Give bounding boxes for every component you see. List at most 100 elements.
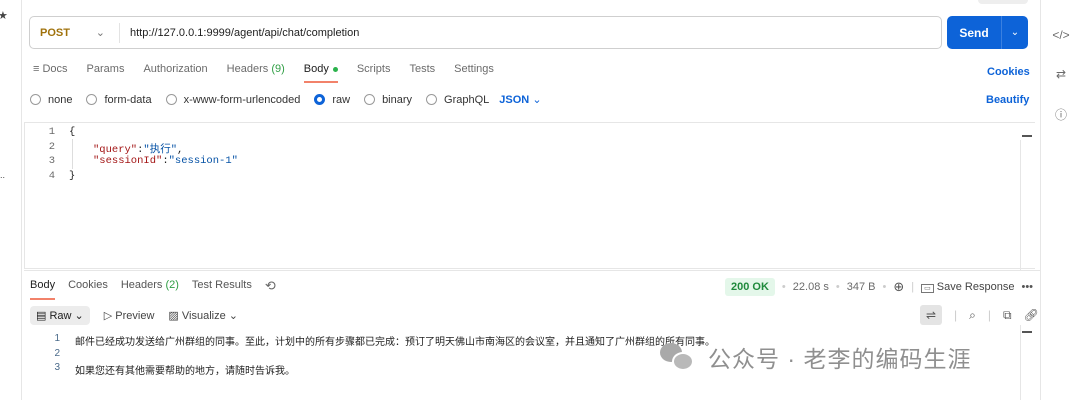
preview-button[interactable]: ▷ Preview — [104, 309, 155, 322]
save-icon: ▭ — [921, 284, 934, 293]
more-options-icon[interactable]: ••• — [1021, 281, 1033, 293]
format-label: Raw — [49, 310, 72, 322]
format-select[interactable]: ▤ Raw ⌄ — [30, 306, 90, 325]
right-sidebar: </> ⇄ ⓘ — [1040, 0, 1080, 400]
response-tools: ⇌ | ⌕ | ⧉ 🔗︎ — [920, 305, 1039, 325]
line-number: 2 — [54, 348, 60, 359]
watermark-text: 公众号 · 老李的编码生涯 — [708, 346, 972, 372]
image-icon: ▨ — [168, 310, 179, 322]
body-type-radios: none form-data x-www-form-urlencoded raw… — [30, 93, 542, 106]
raw-icon: ▤ — [36, 310, 47, 322]
url-input[interactable]: http://127.0.0.1:9999/agent/api/chat/com… — [120, 27, 359, 39]
line-number: 1 — [48, 126, 55, 138]
tab-headers[interactable]: Headers (9) — [227, 63, 285, 83]
chevron-down-icon: ⌄ — [95, 27, 105, 39]
tab-tests[interactable]: Tests — [409, 63, 435, 83]
url-bar: POST ⌄ http://127.0.0.1:9999/agent/api/ch… — [29, 16, 942, 49]
globe-icon[interactable]: ⊕ — [893, 279, 904, 295]
radio-raw[interactable]: raw — [314, 94, 350, 106]
tab-params[interactable]: Params — [87, 63, 125, 83]
response-scrollbar[interactable] — [1022, 331, 1032, 333]
response-size: 347 B — [846, 281, 876, 293]
save-response-label: Save Response — [936, 281, 1015, 293]
request-tabs: ≡ Docs Params Authorization Headers (9) … — [33, 63, 513, 83]
chevron-down-icon: ⌄ — [228, 310, 238, 322]
link-icon[interactable]: 🔗︎ — [1024, 308, 1039, 322]
code-brace: { — [69, 126, 76, 138]
radio-form-data[interactable]: form-data — [86, 93, 152, 106]
divider — [24, 270, 1040, 271]
divider — [1020, 140, 1021, 270]
response-tabs: Body Cookies Headers (2) Test Results ⟲ — [30, 278, 289, 300]
radio-x-www-form-urlencoded[interactable]: x-www-form-urlencoded — [165, 93, 301, 106]
related-icon[interactable]: ⇄ — [1041, 67, 1080, 81]
body-indicator-dot — [332, 66, 338, 72]
copy-icon[interactable]: ⧉ — [1003, 308, 1012, 323]
tab-settings[interactable]: Settings — [454, 63, 494, 83]
json-key: "sessionId" — [93, 155, 163, 167]
tab-scripts[interactable]: Scripts — [357, 63, 391, 83]
status-badge: 200 OK — [725, 278, 775, 296]
chevron-down-icon: ⌄ — [74, 310, 84, 322]
line-number: 4 — [48, 170, 55, 182]
send-label[interactable]: Send — [947, 16, 1002, 49]
code-brace: } — [69, 170, 76, 182]
line-number: 3 — [48, 155, 55, 167]
search-icon[interactable]: ⌕ — [969, 308, 976, 323]
body-editor[interactable]: 1 2 3 4 { "query":"执行", "sessionId":"ses… — [24, 122, 1035, 269]
beautify-button[interactable]: Beautify — [986, 94, 1029, 106]
code-icon[interactable]: </> — [1041, 28, 1080, 42]
response-toolbar: ▤ Raw ⌄ ▷ Preview ▨ Visualize ⌄ — [30, 306, 238, 325]
tab-docs[interactable]: ≡ Docs — [33, 63, 68, 83]
visualize-button[interactable]: ▨ Visualize ⌄ — [168, 309, 238, 322]
json-value: "session-1" — [168, 155, 238, 167]
divider — [1020, 325, 1021, 400]
editor-scrollbar[interactable] — [1022, 135, 1032, 137]
method-label: POST — [40, 26, 70, 39]
tab-body[interactable]: Body — [303, 63, 338, 83]
radio-label: raw — [332, 93, 351, 106]
method-select[interactable]: POST ⌄ — [30, 22, 120, 43]
headers-count: (2) — [165, 279, 179, 291]
response-line: 如果您还有其他需要帮助的地方，请随时告诉我。 — [75, 366, 295, 377]
radio-label: GraphQL — [444, 93, 490, 106]
response-status: 200 OK • 22.08 s • 347 B • ⊕ | ▭ Save Respon… — [725, 278, 1033, 296]
history-icon[interactable]: ⟲ — [265, 278, 276, 298]
radio-label: binary — [382, 93, 413, 106]
radio-label: none — [48, 93, 73, 106]
response-tab-test-results[interactable]: Test Results — [192, 279, 252, 299]
cookies-link[interactable]: Cookies — [987, 66, 1030, 78]
tab-authorization[interactable]: Authorization — [143, 63, 207, 83]
tab-label: Headers — [120, 279, 163, 291]
radio-label: form-data — [104, 93, 152, 106]
response-tab-cookies[interactable]: Cookies — [68, 279, 108, 299]
wrap-lines-icon[interactable]: ⇌ — [920, 305, 942, 325]
save-response-button[interactable]: ▭ Save Response — [921, 281, 1014, 293]
radio-label: x-www-form-urlencoded — [183, 93, 301, 106]
radio-graphql[interactable]: GraphQL — [426, 94, 489, 106]
radio-none[interactable]: none — [30, 94, 72, 106]
line-number: 2 — [48, 141, 55, 153]
chevron-down-icon: ⌄ — [532, 94, 542, 106]
star-icon[interactable]: ★ — [0, 9, 8, 22]
line-number: 3 — [54, 362, 60, 373]
more-icon[interactable]: .. — [0, 170, 5, 180]
language-select[interactable]: JSON ⌄ — [499, 93, 541, 106]
info-icon[interactable]: ⓘ — [1041, 106, 1080, 123]
response-tab-headers[interactable]: Headers (2) — [121, 279, 179, 299]
tab-label: Body — [303, 63, 329, 75]
language-label: JSON — [499, 94, 530, 106]
indent-guide — [72, 139, 73, 169]
watermark: 公众号 · 老李的编码生涯 — [660, 340, 971, 374]
radio-binary[interactable]: binary — [364, 94, 412, 106]
response-line: 邮件已经成功发送给广州群组的同事。至此，计划中的所有步骤都已完成：预订了明天佛山… — [75, 337, 715, 348]
send-dropdown-chevron-icon[interactable]: ⌄ — [1002, 16, 1028, 49]
play-icon: ▷ — [103, 310, 113, 322]
tab-label: Headers — [226, 63, 269, 75]
top-button-edge — [978, 0, 1028, 4]
send-button[interactable]: Send ⌄ — [947, 16, 1028, 49]
response-tab-body[interactable]: Body — [30, 279, 56, 300]
response-time: 22.08 s — [792, 281, 829, 293]
preview-label: Preview — [115, 310, 155, 322]
tab-label: Docs — [42, 63, 68, 75]
